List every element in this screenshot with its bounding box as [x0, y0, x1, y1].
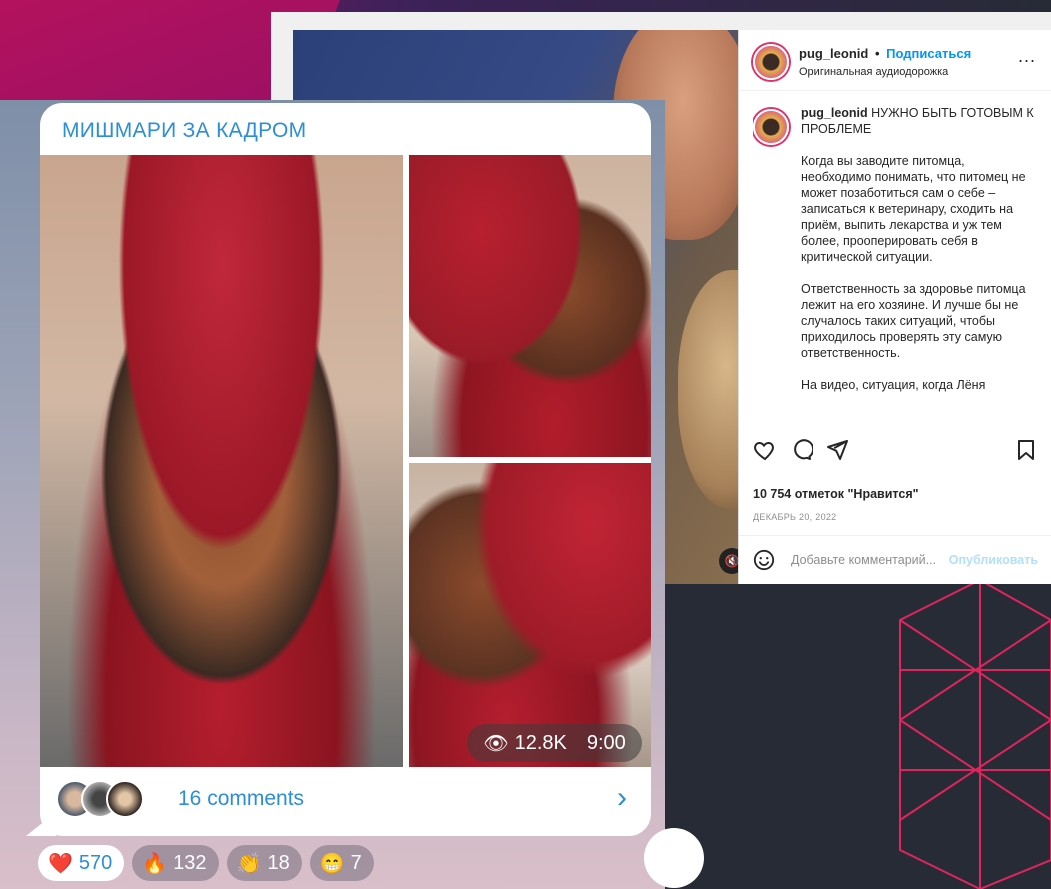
emoji-smile-icon[interactable] [753, 549, 775, 571]
comment-bubble-icon[interactable] [789, 438, 813, 462]
post-header: pug_leonid • Подписаться Оригинальная ау… [739, 30, 1051, 91]
follow-button[interactable]: Подписаться [886, 46, 971, 61]
channel-title[interactable]: МИШМАРИ ЗА КАДРОМ [62, 119, 306, 143]
photo-woman-dog-top-right[interactable] [409, 155, 651, 457]
comments-link[interactable]: 16 comments [178, 787, 304, 811]
reaction-count: 570 [78, 851, 113, 874]
share-round-button[interactable] [644, 828, 704, 888]
photo-woman-dog-bottom-right[interactable] [409, 463, 651, 767]
hexagon-decoration [899, 578, 1051, 889]
audio-link[interactable]: Оригинальная аудиодорожка [799, 66, 948, 78]
grin-icon: 😁 [319, 852, 345, 875]
views-count: 12.8K [514, 731, 567, 754]
chevron-right-icon[interactable]: › [617, 781, 627, 815]
more-options-button[interactable]: ... [1018, 46, 1036, 67]
telegram-post-card: МИШМАРИ ЗА КАДРОМ 👁 12.8K 9:00 16 commen… [40, 103, 651, 836]
caption-paragraph-3: На видео, ситуация, когда Лёня [801, 378, 986, 392]
avatar [106, 780, 144, 818]
post-caption: pug_leonid НУЖНО БЫТЬ ГОТОВЫМ К ПРОБЛЕМЕ… [753, 105, 1038, 417]
publish-button[interactable]: Опубликовать [949, 553, 1038, 567]
post-date: ДЕКАБРЬ 20, 2022 [753, 512, 837, 522]
likes-count[interactable]: 10 754 отметок "Нравится" [753, 487, 919, 501]
reaction-clap[interactable]: 👏 18 [226, 845, 302, 881]
reaction-count: 18 [267, 851, 290, 874]
reaction-count: 7 [350, 851, 362, 874]
avatar[interactable] [753, 109, 789, 145]
clap-icon: 👏 [236, 852, 262, 875]
photo-woman-dog-main[interactable] [40, 155, 403, 767]
views-time-badge: 👁 12.8K 9:00 [467, 724, 642, 762]
avatar[interactable] [753, 44, 789, 80]
caption-paragraph-2: Ответственность за здоровье питомца лежи… [801, 282, 1026, 360]
comments-bar[interactable]: 16 comments › [40, 767, 651, 836]
mute-icon[interactable]: 🔇 [719, 548, 738, 574]
like-heart-icon[interactable] [753, 438, 777, 462]
heart-icon: ❤️ [48, 852, 73, 875]
caption-username[interactable]: pug_leonid [801, 106, 868, 120]
reaction-count: 132 [173, 851, 207, 874]
caption-paragraph-1: Когда вы заводите питомца, необходимо по… [801, 154, 1026, 264]
eye-icon: 👁 [483, 732, 509, 755]
fire-icon: 🔥 [142, 852, 168, 875]
reaction-grin[interactable]: 😁 7 [309, 845, 374, 881]
separator-dot: • [874, 46, 880, 61]
post-author: pug_leonid • Подписаться [799, 46, 971, 61]
video-frame-pug [678, 270, 738, 510]
reaction-heart[interactable]: ❤️ 570 [38, 845, 125, 881]
share-send-icon[interactable] [825, 438, 849, 462]
comment-bar: Добавьте комментарий... Опубликовать [739, 535, 1051, 585]
reactions-bar: ❤️ 570 🔥 132 👏 18 😁 7 [38, 845, 374, 881]
post-actions [753, 438, 1038, 468]
comment-input[interactable]: Добавьте комментарий... [791, 553, 936, 567]
username-link[interactable]: pug_leonid [799, 46, 868, 61]
post-side-panel: pug_leonid • Подписаться Оригинальная ау… [738, 30, 1051, 584]
reaction-fire[interactable]: 🔥 132 [132, 845, 219, 881]
post-time: 9:00 [586, 731, 626, 754]
bookmark-icon[interactable] [1014, 438, 1038, 462]
